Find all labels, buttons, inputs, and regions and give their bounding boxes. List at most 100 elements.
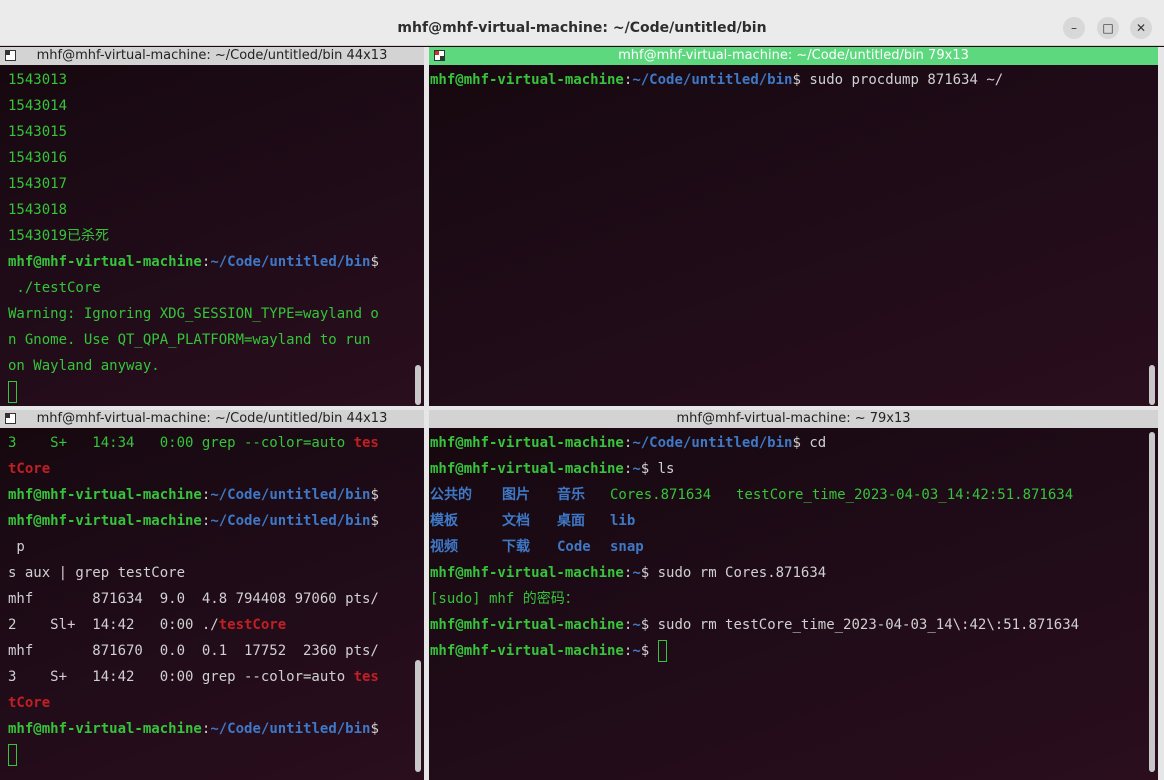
prompt-dollar: $ [640, 565, 650, 581]
grep-match: testCore [218, 617, 287, 633]
scrollbar[interactable] [415, 365, 421, 405]
close-button[interactable]: ✕ [1130, 17, 1152, 39]
pane-menu-icon[interactable] [5, 413, 16, 424]
ls-dir: 桌面 [557, 513, 585, 529]
command-text: sudo procdump 871634 ~/ [800, 72, 1004, 88]
ps-text: 2 Sl+ 14:42 0:00 ./ [8, 617, 219, 633]
prompt-line: mhf@mhf-virtual-machine:~/Code/untitled/… [8, 249, 410, 275]
pane-title: mhf@mhf-virtual-machine: ~/Code/untitled… [36, 411, 388, 426]
scrollbar[interactable] [415, 660, 421, 772]
prompt-user: mhf@mhf-virtual-machine [430, 565, 624, 581]
output-line: 3 S+ 14:34 0:00 grep --color=auto tes [8, 430, 410, 456]
prompt-user: mhf@mhf-virtual-machine [430, 72, 624, 88]
maximize-button[interactable]: □ [1097, 17, 1119, 39]
prompt-path: ~/Code/untitled/bin [210, 721, 371, 737]
output-line: 1543013 [8, 72, 68, 88]
warning-line: n Gnome. Use QT_QPA_PLATFORM=wayland to … [8, 332, 371, 348]
ls-file: Cores.871634 [610, 487, 712, 503]
prompt-line: mhf@mhf-virtual-machine:~$ sudo rm testC… [430, 612, 1144, 638]
prompt-dollar: $ [792, 72, 801, 88]
prompt-line: mhf@mhf-virtual-machine:~/Code/untitled/… [430, 67, 1144, 93]
window-title: mhf@mhf-virtual-machine: ~/Code/untitled… [397, 20, 767, 36]
ls-dir: snap [610, 539, 644, 555]
command-text: ./testCore [8, 280, 101, 296]
pane-top-right[interactable]: mhf@mhf-virtual-machine: ~/Code/untitled… [429, 47, 1158, 406]
text-cursor [8, 744, 17, 766]
command-text: sudo rm testCore_time_2023-04-03_14\:42\… [649, 617, 1080, 633]
ls-dir: 视频 [430, 539, 458, 555]
grep-match: tes [353, 435, 379, 451]
prompt-user: mhf@mhf-virtual-machine [8, 254, 202, 270]
prompt-dollar: $ [370, 254, 379, 270]
output-line: 1543019已杀死 [8, 228, 110, 244]
pane-menu-icon[interactable] [5, 50, 16, 61]
ls-row: 公共的 图片 音乐 Cores.871634 testCore_time_2023-04… [430, 482, 1144, 508]
prompt-dollar: $ [792, 435, 801, 451]
ls-dir: 模板 [430, 513, 458, 529]
text-cursor [8, 381, 17, 403]
pane-top-left[interactable]: mhf@mhf-virtual-machine: ~/Code/untitled… [0, 47, 424, 406]
prompt-user: mhf@mhf-virtual-machine [8, 721, 202, 737]
pane-bottom-left[interactable]: mhf@mhf-virtual-machine: ~/Code/untitled… [0, 410, 424, 780]
prompt-path: ~ [632, 565, 641, 581]
ls-dir: lib [610, 513, 636, 529]
prompt-path: ~ [632, 617, 641, 633]
title-bar[interactable]: mhf@mhf-virtual-machine: ~/Code/untitled… [0, 0, 1164, 46]
pane-title: mhf@mhf-virtual-machine: ~ 79x13 [676, 411, 911, 426]
terminal-window: mhf@mhf-virtual-machine: ~/Code/untitled… [0, 0, 1164, 780]
warning-line: on Wayland anyway. [8, 358, 160, 374]
prompt-dollar: $ [370, 487, 379, 503]
ps-text: 3 S+ 14:42 0:00 grep --color=auto [8, 669, 354, 685]
command-text: p [8, 539, 25, 555]
prompt-dollar: $ [640, 461, 650, 477]
ps-row: mhf 871670 0.0 0.1 17752 2360 pts/ [8, 643, 379, 659]
window-edge [1158, 47, 1164, 780]
prompt-line: mhf@mhf-virtual-machine:~/Code/untitled/… [430, 430, 1144, 456]
ls-file: testCore_time_2023-04-03_14:42:51.871634 [736, 487, 1074, 503]
pane-divider-vertical[interactable] [424, 47, 429, 780]
prompt-dollar: $ [640, 617, 650, 633]
output-line: 1543017 [8, 176, 68, 192]
scrollbar[interactable] [1149, 365, 1155, 405]
command-text: ls [649, 461, 675, 477]
ls-row: 视频 下载 Code snap [430, 534, 1144, 560]
pane-title: mhf@mhf-virtual-machine: ~/Code/untitled… [618, 48, 969, 63]
output-line: 1543018 [8, 202, 68, 218]
cursor-line [8, 742, 410, 768]
terminal-output[interactable]: mhf@mhf-virtual-machine:~/Code/untitled/… [430, 430, 1144, 780]
text-cursor [657, 640, 667, 662]
pane-header[interactable]: mhf@mhf-virtual-machine: ~/Code/untitled… [0, 47, 424, 65]
terminal-output[interactable]: mhf@mhf-virtual-machine:~/Code/untitled/… [430, 67, 1144, 406]
terminal-output[interactable]: 3 S+ 14:34 0:00 grep --color=auto tes tC… [8, 430, 410, 780]
prompt-path: ~/Code/untitled/bin [632, 72, 793, 88]
ls-dir: 图片 [502, 487, 530, 503]
pane-bottom-right[interactable]: mhf@mhf-virtual-machine: ~ 79x13 mhf@mhf… [429, 410, 1158, 780]
output-line: 1543016 [8, 150, 68, 166]
ps-row: mhf 871634 9.0 4.8 794408 97060 pts/ [8, 591, 379, 607]
scrollbar[interactable] [1149, 432, 1155, 772]
prompt-user: mhf@mhf-virtual-machine [430, 435, 624, 451]
prompt-dollar: $ [370, 513, 379, 529]
ps-text: 3 S+ 14:34 0:00 grep --color=auto [8, 435, 354, 451]
terminal-output[interactable]: 1543013 1543014 1543015 1543016 1543017 … [8, 67, 410, 406]
pane-divider-horizontal[interactable] [0, 406, 1164, 410]
prompt-path: ~/Code/untitled/bin [210, 487, 371, 503]
prompt-line: mhf@mhf-virtual-machine:~/Code/untitled/… [8, 508, 410, 534]
pane-header[interactable]: mhf@mhf-virtual-machine: ~ 79x13 [429, 410, 1158, 428]
ls-dir: 下载 [502, 539, 530, 555]
prompt-line: mhf@mhf-virtual-machine:~/Code/untitled/… [8, 482, 410, 508]
prompt-dollar: $ [640, 643, 650, 659]
pane-header[interactable]: mhf@mhf-virtual-machine: ~/Code/untitled… [0, 410, 424, 428]
pane-menu-icon[interactable] [434, 50, 445, 61]
prompt-user: mhf@mhf-virtual-machine [430, 461, 624, 477]
output-line: 1543015 [8, 124, 68, 140]
sudo-prompt: [sudo] mhf 的密码： [430, 591, 579, 607]
prompt-user: mhf@mhf-virtual-machine [8, 487, 202, 503]
prompt-path: ~/Code/untitled/bin [210, 254, 371, 270]
prompt-user: mhf@mhf-virtual-machine [8, 513, 202, 529]
minimize-button[interactable]: – [1063, 17, 1085, 39]
grep-match-line: tCore [8, 695, 51, 711]
prompt-user: mhf@mhf-virtual-machine [430, 617, 624, 633]
ps-row: 3 S+ 14:42 0:00 grep --color=auto tes [8, 664, 410, 690]
pane-header-active[interactable]: mhf@mhf-virtual-machine: ~/Code/untitled… [429, 47, 1158, 65]
